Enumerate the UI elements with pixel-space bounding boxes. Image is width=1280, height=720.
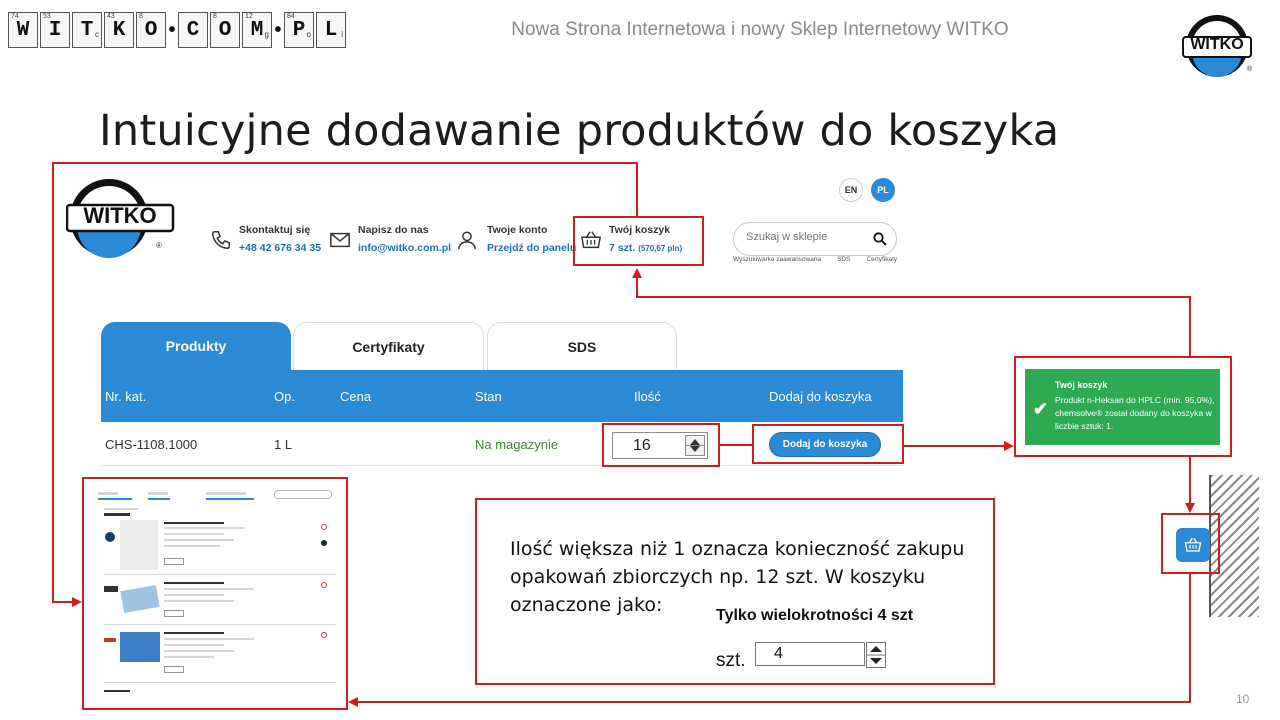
slide-number: 10 xyxy=(1236,692,1250,706)
connector-arrows xyxy=(52,162,1195,707)
